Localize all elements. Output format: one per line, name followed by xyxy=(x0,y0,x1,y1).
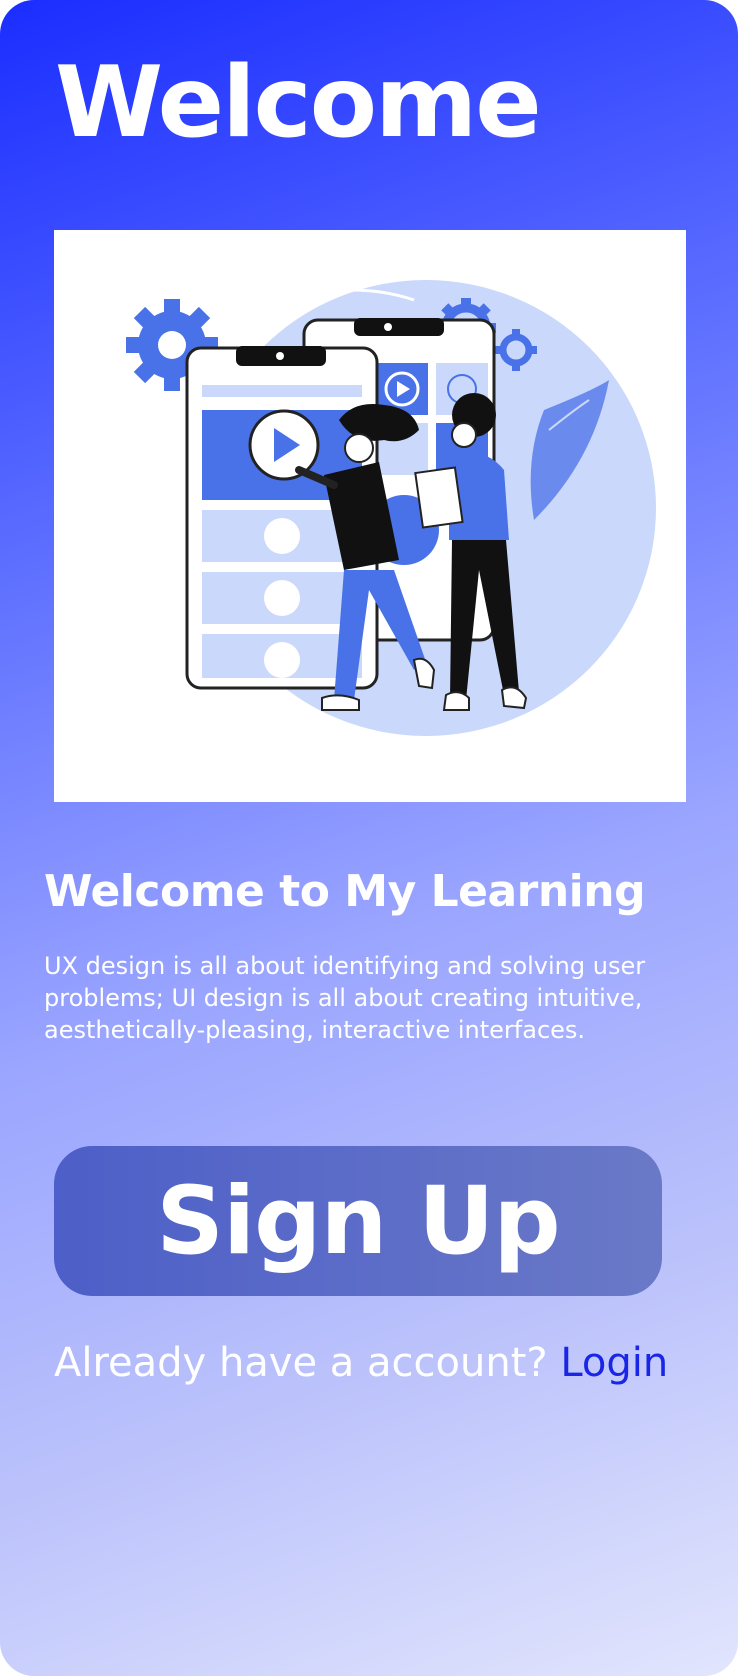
welcome-heading: Welcome to My Learning xyxy=(44,866,646,917)
login-link[interactable]: Login xyxy=(560,1340,668,1386)
login-prompt-text: Already have a account? xyxy=(54,1340,548,1386)
description-text: UX design is all about identifying and s… xyxy=(44,952,646,1044)
login-prompt-row: Already have a account? Login xyxy=(54,1340,668,1386)
learning-illustration-icon xyxy=(126,280,656,736)
sign-up-button[interactable]: Sign Up xyxy=(54,1146,662,1296)
page-title: Welcome xyxy=(55,46,542,160)
welcome-screen: Welcome Welcome to My Learning UX design… xyxy=(0,0,738,1676)
hero-illustration xyxy=(54,230,686,802)
